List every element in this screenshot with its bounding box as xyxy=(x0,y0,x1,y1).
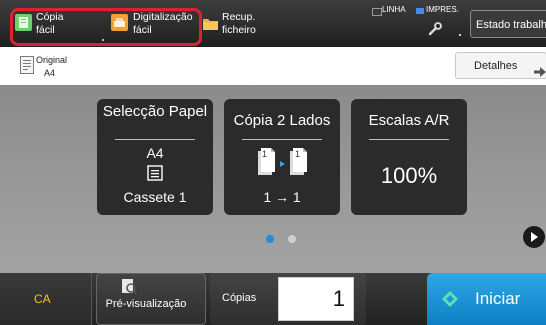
original-label: Original xyxy=(36,55,68,65)
copies-input[interactable]: 1 xyxy=(278,277,354,321)
start-button[interactable]: Iniciar xyxy=(427,273,546,325)
job-status-button[interactable]: Estado trabalho xyxy=(470,10,546,38)
details-button[interactable]: Detalhes xyxy=(455,52,546,79)
divider xyxy=(242,139,322,140)
zoom-value: 100% xyxy=(380,163,438,188)
original-bar: Original A4 Detalhes xyxy=(0,47,546,85)
start-diamond-icon xyxy=(441,290,459,313)
paper-select-tile[interactable]: Selecção Papel A4 Cassete 1 xyxy=(97,99,213,215)
divider xyxy=(115,139,195,140)
clear-all-button[interactable]: CA xyxy=(0,273,92,325)
original-info: Original A4 xyxy=(36,54,67,80)
duplex-copy-tile[interactable]: Cópia 2 Lados 1 1 1 → 1 xyxy=(224,99,340,215)
line-status-indicator xyxy=(372,8,382,16)
print-status-indicator xyxy=(416,8,424,14)
zoom-title: Escalas A/R xyxy=(368,112,450,129)
copies-label: Cópias xyxy=(222,292,257,304)
preview-label: Pré-visualização xyxy=(105,298,187,310)
preview-button[interactable]: Pré-visualização xyxy=(96,273,206,325)
wrench-icon xyxy=(428,22,442,41)
duplex-mode: 1 → 1 xyxy=(263,189,301,205)
original-size: A4 xyxy=(44,68,56,78)
start-label: Iniciar xyxy=(475,289,521,308)
paper-tray: Cassete 1 xyxy=(123,189,187,205)
file-retrieve-label: Recup. ficheiro xyxy=(222,11,256,36)
menu-dot-icon xyxy=(459,34,461,36)
copy-mode-screen: Cópia fácil Digitalização fácil Recup. f… xyxy=(0,0,546,325)
next-page-button[interactable] xyxy=(523,226,545,248)
print-status-label: IMPRES. xyxy=(426,5,459,14)
highlight-frame xyxy=(10,8,202,46)
arrow-right-icon xyxy=(534,61,546,88)
duplex-page-right: 1 xyxy=(295,149,301,159)
paper-tray-icon xyxy=(147,165,163,186)
zoom-tile[interactable]: Escalas A/R 100% xyxy=(351,99,467,215)
page-indicator-active[interactable] xyxy=(266,235,274,243)
device-status: LINHA IMPRES. xyxy=(370,5,470,41)
line-status-label: LINHA xyxy=(382,5,406,14)
file-retrieve-button[interactable]: Recup. ficheiro xyxy=(200,0,292,47)
document-icon[interactable] xyxy=(20,56,34,79)
duplex-title: Cópia 2 Lados xyxy=(233,112,331,129)
divider xyxy=(369,139,449,140)
paper-size: A4 xyxy=(146,145,164,161)
folder-icon xyxy=(202,15,219,32)
details-label: Detalhes xyxy=(474,60,518,72)
page-indicator[interactable] xyxy=(288,235,296,243)
paper-select-title: Selecção Papel xyxy=(102,103,208,120)
play-icon xyxy=(529,232,539,245)
duplex-page-left: 1 xyxy=(262,149,268,159)
